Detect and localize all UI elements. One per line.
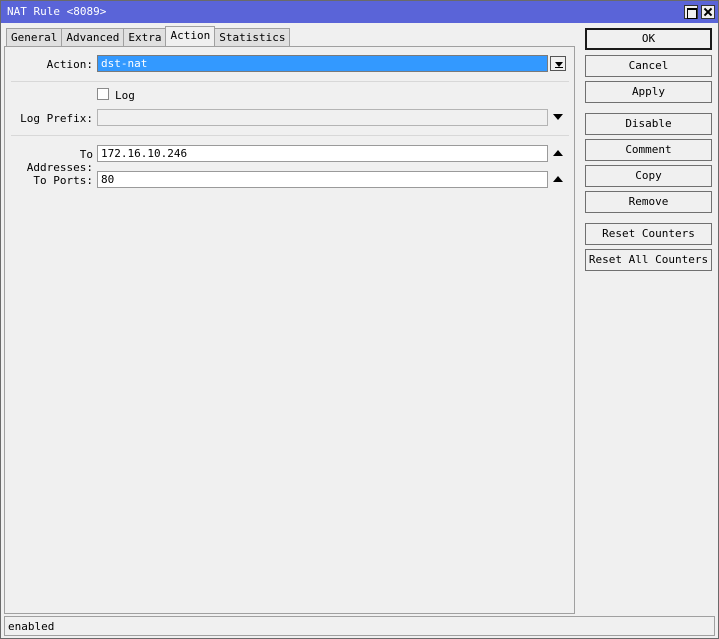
apply-button[interactable]: Apply — [585, 81, 712, 103]
action-label: Action: — [46, 58, 93, 71]
cancel-button[interactable]: Cancel — [585, 55, 712, 77]
action-dropdown-icon[interactable] — [550, 56, 566, 71]
remove-button[interactable]: Remove — [585, 191, 712, 213]
disable-button[interactable]: Disable — [585, 113, 712, 135]
to-addresses-collapse-icon[interactable] — [553, 150, 563, 156]
separator — [11, 81, 569, 82]
tab-statistics[interactable]: Statistics — [214, 28, 291, 46]
to-addresses-input[interactable]: 172.16.10.246 — [97, 145, 548, 162]
log-label: Log — [115, 89, 135, 102]
log-checkbox[interactable] — [97, 88, 109, 100]
tab-advanced[interactable]: Advanced — [61, 28, 125, 46]
nat-rule-window: NAT Rule <8089> General Advanced Extra A… — [0, 0, 719, 639]
to-ports-label: To Ports: — [33, 174, 93, 187]
copy-button[interactable]: Copy — [585, 165, 712, 187]
status-bar: enabled — [4, 616, 715, 636]
ok-button[interactable]: OK — [585, 28, 712, 50]
to-ports-collapse-icon[interactable] — [553, 176, 563, 182]
status-text: enabled — [8, 620, 55, 633]
separator — [11, 135, 569, 136]
log-prefix-input[interactable] — [97, 109, 548, 126]
tab-bar: General Advanced Extra Action Statistics — [6, 26, 291, 46]
log-prefix-expand-icon[interactable] — [553, 114, 563, 120]
comment-button[interactable]: Comment — [585, 139, 712, 161]
tab-extra[interactable]: Extra — [123, 28, 167, 46]
tab-general[interactable]: General — [6, 28, 63, 46]
action-select[interactable]: dst-nat — [97, 55, 548, 72]
action-panel: Action: dst-nat Log Log Prefix: To Addre… — [4, 46, 575, 614]
to-addresses-label: To Addresses: — [26, 148, 93, 174]
window-title: NAT Rule <8089> — [7, 5, 107, 18]
close-icon[interactable] — [701, 5, 715, 19]
reset-counters-button[interactable]: Reset Counters — [585, 223, 712, 245]
tab-action[interactable]: Action — [165, 26, 216, 45]
action-value: dst-nat — [98, 56, 547, 71]
maximize-icon[interactable] — [684, 5, 698, 19]
title-bar[interactable]: NAT Rule <8089> — [1, 1, 718, 23]
log-prefix-label: Log Prefix: — [20, 112, 93, 125]
to-ports-input[interactable]: 80 — [97, 171, 548, 188]
reset-all-counters-button[interactable]: Reset All Counters — [585, 249, 712, 271]
